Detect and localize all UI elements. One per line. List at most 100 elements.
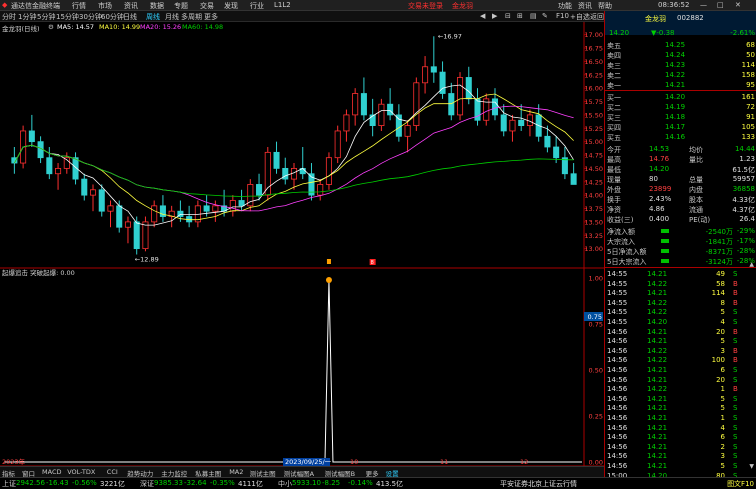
quote-cell: 58	[716, 279, 725, 288]
quote-cell: 36858	[732, 185, 755, 193]
quote-cell: S	[733, 414, 738, 422]
next-icon[interactable]: ▶	[492, 12, 497, 20]
quote-cell: 14.21	[647, 404, 668, 413]
tab-period[interactable]: 30分钟	[79, 12, 102, 22]
quote-cell: 5	[720, 337, 725, 346]
candle-body	[343, 114, 350, 132]
menu-item[interactable]: 资讯	[578, 1, 592, 11]
tab-period[interactable]: 日线	[123, 12, 137, 22]
quote-cell: 114	[711, 289, 725, 298]
menu-item[interactable]: 行业	[250, 1, 264, 11]
quote-cell: B	[733, 298, 738, 307]
tab-period[interactable]: 60分钟	[101, 12, 124, 22]
server-status[interactable]: 平安证券北京上证云行情	[500, 479, 577, 489]
quote-cell: 14.17	[665, 123, 686, 131]
index-ticker[interactable]: -32.64	[184, 479, 207, 487]
minimize-icon[interactable]: —	[700, 1, 707, 9]
scroll-up-icon[interactable]: ▲	[749, 261, 754, 268]
quote-cell: 14.22	[647, 279, 668, 288]
app-logo-icon: ◆	[2, 1, 8, 9]
close-icon[interactable]: ✕	[735, 1, 741, 9]
menu-item[interactable]: 市场	[98, 1, 112, 11]
price-axis-label: 14.00	[584, 192, 603, 200]
index-ticker[interactable]: -16.43	[46, 479, 69, 487]
tab-period[interactable]: 更多	[204, 12, 218, 22]
draw-icon[interactable]: ✎	[542, 12, 548, 20]
quote-cell: 158	[741, 71, 755, 79]
tab-period[interactable]: 15分钟	[56, 12, 79, 22]
tab-period[interactable]: 1分钟	[18, 12, 36, 22]
stat-row: 今开 14.53 均价 14.44	[605, 144, 756, 154]
indicator-axis-label: 0.75	[589, 321, 603, 329]
tick-row: 14:56 14.21 6 S	[605, 432, 756, 442]
index-ticker[interactable]: -0.14%	[348, 479, 373, 487]
scroll-down-icon[interactable]: ▼	[749, 463, 754, 470]
quote-cell: 4	[720, 423, 725, 432]
menu-item[interactable]: L1L2	[274, 1, 291, 9]
candle-body	[133, 221, 140, 250]
f10-button[interactable]: F10	[556, 12, 569, 20]
tick-row: 14:56 14.21 5 S	[605, 336, 756, 346]
quote-cell: 14.21	[647, 394, 668, 403]
index-ticker[interactable]: -0.56%	[72, 479, 97, 487]
menu-item[interactable]: 发现	[224, 1, 238, 11]
quote-cell: 14.20	[609, 29, 630, 37]
time-axis-month: 12	[520, 458, 528, 466]
index-ticker[interactable]: 5933.10	[292, 479, 321, 487]
bid-row: 买三 14.18 91	[605, 112, 756, 122]
tab-period[interactable]: 5分钟	[37, 12, 55, 22]
quote-cell: 1.23	[739, 155, 755, 163]
layout-icon[interactable]: ▤	[530, 12, 537, 20]
index-ticker[interactable]: 3221亿	[100, 479, 125, 489]
index-ticker[interactable]: 9385.33	[154, 479, 183, 487]
price-axis-label: 16.25	[584, 71, 603, 79]
tab-period[interactable]: 分时	[2, 12, 16, 22]
ask-row: 卖三 14.23 114	[605, 60, 756, 70]
menu-item[interactable]: 交易	[200, 1, 214, 11]
index-ticker[interactable]: 深证	[140, 479, 154, 489]
index-ticker[interactable]: -0.35%	[210, 479, 235, 487]
index-ticker[interactable]: 4111亿	[238, 479, 263, 489]
tab-period[interactable]: 月线	[165, 12, 179, 22]
quote-cell: PE(动)	[689, 216, 711, 224]
tab-period-active[interactable]: 周线	[146, 12, 160, 22]
indicator-tab[interactable]: CCI	[107, 468, 118, 476]
add-watchlist-button[interactable]: +自选	[570, 12, 590, 22]
index-ticker[interactable]: 中小	[278, 479, 292, 489]
indicator-axis-label: 1.00	[589, 275, 603, 283]
quote-cell: 91	[746, 113, 755, 121]
quote-cell: S	[733, 394, 738, 403]
menu-item[interactable]: 资讯	[124, 1, 138, 11]
menu-item[interactable]: 数据	[150, 1, 164, 11]
maximize-icon[interactable]: □	[717, 1, 724, 9]
quote-cell: 14.20	[647, 318, 668, 326]
candle-body	[55, 167, 62, 175]
menu-item[interactable]: 行情	[72, 1, 86, 11]
ma20-line	[14, 105, 574, 212]
tab-period[interactable]: 多周期	[181, 12, 202, 22]
index-ticker[interactable]: 上证	[2, 479, 16, 489]
menu-item[interactable]: 帮助	[598, 1, 612, 11]
index-ticker[interactable]: 2942.56	[16, 479, 45, 487]
quote-cell: -29%	[736, 227, 755, 235]
zoom-in-icon[interactable]: ⊞	[517, 12, 523, 20]
indicator-tab[interactable]: MACD	[42, 468, 61, 476]
menu-item[interactable]: 功能	[558, 1, 572, 11]
f10-link[interactable]: 图文F10	[727, 479, 754, 489]
candlestick-chart[interactable]: 17.00 16.75 16.50 16.25 16.00 15.75 15.50 15.25…	[0, 22, 604, 466]
indicator-tab[interactable]: VOL-TDX	[67, 468, 95, 476]
index-ticker[interactable]: -8.25	[322, 479, 340, 487]
price-axis-label: 15.75	[584, 98, 603, 106]
index-ticker[interactable]: 413.5亿	[376, 479, 403, 489]
tick-row: 14:55 14.22 58 B	[605, 279, 756, 289]
indicator-tab[interactable]: MA2	[229, 468, 243, 476]
zoom-out-icon[interactable]: ⊟	[505, 12, 511, 20]
prev-icon[interactable]: ◀	[480, 12, 485, 20]
back-button[interactable]: 返回	[590, 12, 604, 22]
quote-cell: 14:55	[607, 289, 628, 298]
quote-cell: 14.22	[647, 298, 668, 307]
menu-item[interactable]: 专题	[174, 1, 188, 11]
account-link[interactable]: 交易未登录	[408, 1, 443, 11]
quote-cell: 14.21	[647, 423, 668, 432]
quote-cell: 6	[720, 366, 725, 374]
